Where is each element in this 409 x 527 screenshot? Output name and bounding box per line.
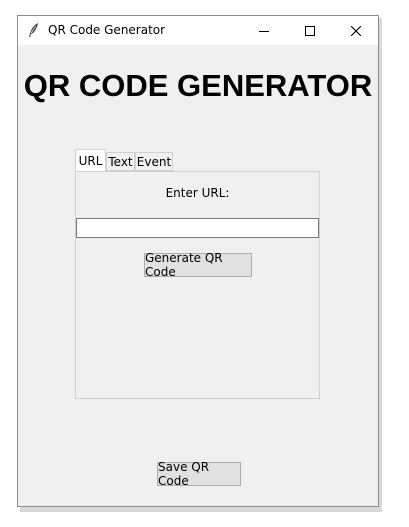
tab-event[interactable]: Event — [135, 152, 173, 171]
close-icon — [351, 25, 361, 36]
tab-text[interactable]: Text — [106, 152, 135, 171]
minimize-icon — [259, 30, 269, 32]
page-title: QR CODE GENERATOR — [23, 68, 373, 103]
title-bar[interactable]: QR Code Generator — [18, 16, 378, 45]
generate-qr-button[interactable]: Generate QR Code — [144, 251, 252, 279]
url-input[interactable] — [76, 218, 319, 238]
enter-url-label: Enter URL: — [165, 186, 230, 200]
maximize-button[interactable] — [287, 16, 333, 45]
tab-url[interactable]: URL — [75, 149, 106, 171]
window-title: QR Code Generator — [48, 23, 166, 37]
minimize-button[interactable] — [241, 16, 287, 45]
close-button[interactable] — [333, 16, 379, 45]
save-qr-button[interactable]: Save QR Code — [157, 460, 241, 488]
url-tab-panel: Enter URL: Generate QR Code — [75, 171, 320, 399]
feather-icon — [29, 23, 38, 37]
app-window: QR Code Generator QR CODE GENERATOR URL … — [17, 15, 379, 507]
maximize-icon — [305, 25, 315, 36]
